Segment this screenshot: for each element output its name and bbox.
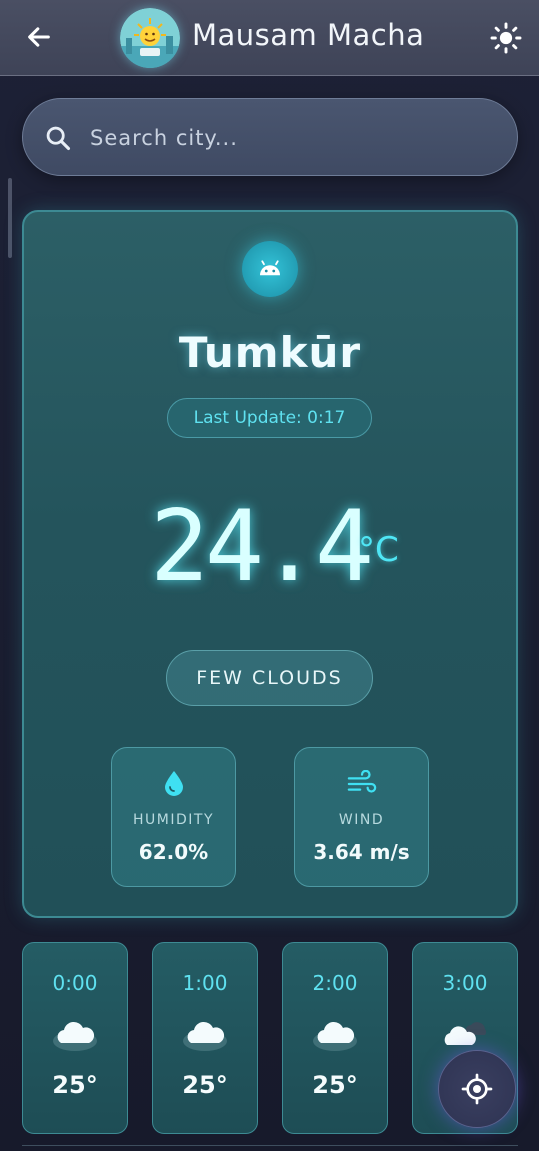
wind-label: WIND: [338, 812, 385, 828]
condition-badge: FEW CLOUDS: [166, 650, 373, 706]
theme-toggle-button[interactable]: [488, 20, 524, 56]
sun-icon: [490, 22, 522, 54]
search-input[interactable]: [90, 122, 470, 154]
cloud-rain-icon: [444, 1022, 486, 1045]
arrow-left-icon: [28, 27, 50, 47]
humidity-tile: HUMIDITY 62.0%: [111, 747, 236, 887]
app-logo: [120, 8, 180, 68]
humidity-label: HUMIDITY: [133, 812, 214, 828]
temperature-unit: °C: [358, 530, 399, 570]
divider: [22, 1145, 518, 1146]
hourly-time: 0:00: [52, 971, 98, 995]
water-drop-icon: [159, 768, 189, 798]
search-icon: [46, 126, 71, 151]
cloud-icon: [313, 1021, 357, 1051]
last-update-badge: Last Update: 0:17: [167, 398, 372, 438]
hourly-temp: 25°: [182, 1071, 228, 1099]
hourly-time: 1:00: [182, 971, 228, 995]
back-button[interactable]: [22, 20, 56, 54]
locate-me-button[interactable]: [438, 1050, 516, 1128]
hourly-card[interactable]: 1:00 25°: [152, 942, 258, 1134]
hourly-time: 2:00: [312, 971, 358, 995]
app-root: Mausam Macha Tum: [0, 0, 539, 1151]
hourly-card[interactable]: 0:00 25°: [22, 942, 128, 1134]
platform-badge: [242, 241, 298, 297]
humidity-value: 62.0%: [138, 840, 209, 864]
city-name: Tumkūr: [178, 328, 362, 377]
hourly-temp: 25°: [52, 1071, 98, 1099]
wind-icon: [347, 768, 377, 798]
crosshair-icon: [461, 1073, 493, 1105]
app-title: Mausam Macha: [192, 18, 425, 52]
hourly-time: 3:00: [442, 971, 488, 995]
cloud-icon: [183, 1021, 227, 1051]
wind-value: 3.64 m/s: [313, 840, 410, 864]
hourly-card[interactable]: 2:00 25°: [282, 942, 388, 1134]
temperature-value: 24.4: [149, 490, 374, 604]
top-bar: Mausam Macha: [0, 0, 539, 76]
android-icon: [260, 260, 280, 276]
cloud-icon: [53, 1021, 97, 1051]
wind-tile: WIND 3.64 m/s: [294, 747, 429, 887]
scrollbar[interactable]: [8, 178, 12, 258]
hourly-temp: 25°: [312, 1071, 358, 1099]
